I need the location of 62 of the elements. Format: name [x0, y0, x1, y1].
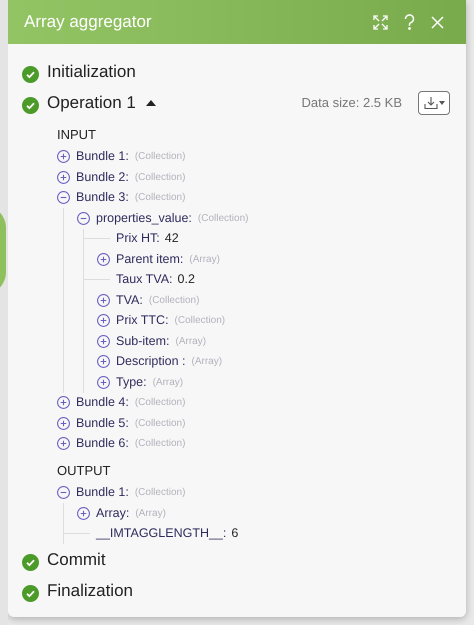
- data-size-text: Data size: 2.5 KB: [302, 94, 402, 112]
- collapse-icon[interactable]: [57, 486, 70, 500]
- section-heading: INPUT: [56, 126, 97, 144]
- window-title: Array aggregator: [24, 11, 153, 34]
- type-label: (Array): [135, 506, 166, 521]
- expand-icon[interactable]: [97, 355, 110, 368]
- expand-icon[interactable]: [57, 437, 70, 450]
- tree-key: Description :: [116, 352, 186, 372]
- type-label: (Collection): [148, 294, 200, 308]
- tree-key: Bundle 1:: [76, 483, 129, 502]
- tree-value: 0.2: [178, 271, 195, 288]
- tree-key: properties_value:: [96, 208, 192, 228]
- type-label: (Collection): [134, 437, 186, 452]
- tree-key: Bundle 3:: [76, 188, 129, 208]
- tree-key: Taux TVA:: [116, 270, 173, 290]
- expand-icon[interactable]: [57, 170, 70, 184]
- caret-icon: [438, 100, 444, 104]
- step-label: Commit: [47, 548, 106, 571]
- tree-key: Sub-item:: [116, 332, 170, 351]
- type-label: (Collection): [134, 396, 186, 410]
- type-label: (Array): [176, 334, 206, 349]
- tree-key: Bundle 6:: [76, 434, 129, 454]
- tree-value: 6: [231, 525, 238, 542]
- expand-icon[interactable]: [57, 150, 70, 164]
- expand-icon[interactable]: [97, 376, 110, 389]
- type-label: (Collection): [174, 314, 226, 328]
- tree-key: Parent item:: [116, 250, 184, 269]
- tree-key: Type:: [116, 372, 147, 392]
- type-label: (Collection): [134, 486, 186, 500]
- tree-key: Bundle 4:: [76, 393, 129, 412]
- tree-key: Bundle 2:: [76, 168, 129, 187]
- expand-icon[interactable]: [97, 334, 110, 348]
- expand-icon[interactable]: [97, 314, 110, 328]
- download-icon: [424, 96, 438, 110]
- tree-key: Bundle 5:: [76, 414, 129, 433]
- expand-icon[interactable]: [77, 506, 90, 520]
- tree-key: Prix TTC:: [116, 311, 169, 330]
- collapse-icon[interactable]: [57, 191, 70, 204]
- section-heading: OUTPUT: [56, 462, 112, 480]
- tree-key: __IMTAGGLENGTH__:: [96, 524, 226, 544]
- type-label: (Collection): [134, 416, 186, 431]
- expand-icon[interactable]: [97, 294, 110, 307]
- type-label: (Array): [189, 252, 220, 267]
- download-button[interactable]: [418, 90, 450, 114]
- expand-icon[interactable]: [57, 416, 70, 430]
- tree-value: 42: [164, 230, 179, 248]
- expand-icon[interactable]: [97, 252, 110, 266]
- type-label: (Collection): [134, 150, 186, 164]
- step-label: Operation 1: [47, 92, 136, 114]
- type-label: (Collection): [134, 191, 186, 206]
- type-label: (Array): [152, 376, 184, 390]
- type-label: (Collection): [198, 212, 248, 226]
- tree-key: TVA:: [116, 290, 143, 310]
- step-label: Finalization: [47, 580, 133, 602]
- type-label: (Collection): [134, 170, 186, 185]
- tree-key: Array:: [96, 504, 130, 523]
- type-label: (Array): [191, 355, 222, 370]
- tree-key: Bundle 1:: [76, 147, 129, 166]
- collapse-icon[interactable]: [77, 212, 90, 225]
- tree-key: Prix HT:: [116, 229, 160, 248]
- step-label: Initialization: [47, 60, 136, 83]
- expand-icon[interactable]: [57, 396, 70, 410]
